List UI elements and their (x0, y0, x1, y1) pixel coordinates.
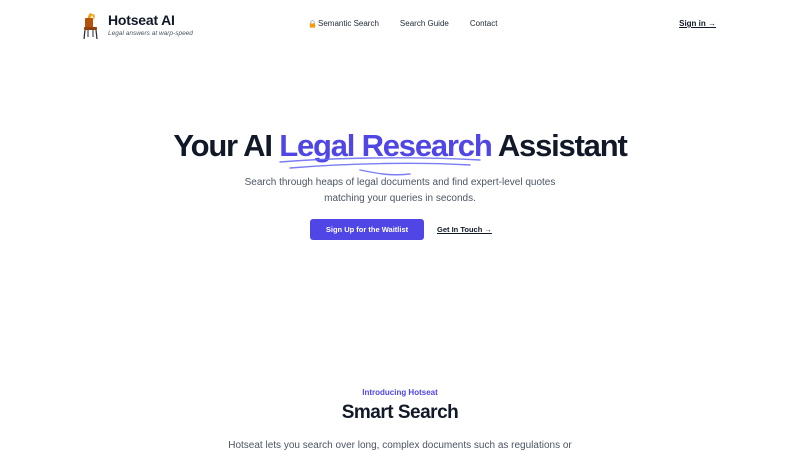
waitlist-signup-button[interactable]: Sign Up for the Waitlist (310, 219, 424, 240)
hero-title-before: Your AI (173, 128, 280, 163)
lock-icon (309, 19, 316, 28)
section-title: Smart Search (341, 402, 459, 423)
brand-name: Hotseat AI (108, 12, 175, 28)
nav-contact[interactable]: Contact (470, 19, 498, 28)
site-header: Hotseat AI Legal answers at warp-speed S… (0, 0, 800, 50)
section-text: Hotseat lets you search over long, compl… (228, 440, 572, 451)
brand: Hotseat AI Legal answers at warp-speed (108, 12, 193, 39)
main-nav: Semantic Search Search Guide Contact (309, 19, 497, 28)
hero-subtitle: Search through heaps of legal documents … (0, 175, 800, 207)
brand-tagline: Legal answers at warp-speed (108, 30, 193, 37)
section-eyebrow: Introducing Hotseat (362, 388, 438, 397)
hero-subtitle-line-1: Search through heaps of legal documents … (244, 177, 556, 188)
page: Hotseat AI Legal answers at warp-speed S… (0, 0, 800, 458)
sign-in-link[interactable]: Sign in → (679, 19, 716, 28)
nav-semantic-search[interactable]: Semantic Search (309, 19, 379, 28)
nav-contact-label: Contact (469, 19, 498, 28)
get-in-touch-link[interactable]: Get In Touch → (437, 219, 492, 240)
logo[interactable]: Hotseat AI Legal answers at warp-speed (82, 12, 193, 40)
chair-icon (83, 13, 98, 40)
nav-search-guide[interactable]: Search Guide (400, 19, 449, 28)
hero-title-after: Assistant (491, 128, 628, 163)
nav-search-guide-label: Search Guide (399, 19, 449, 28)
hero-subtitle-line-2: matching your queries in seconds. (324, 193, 476, 204)
nav-semantic-search-label: Semantic Search (318, 19, 379, 28)
